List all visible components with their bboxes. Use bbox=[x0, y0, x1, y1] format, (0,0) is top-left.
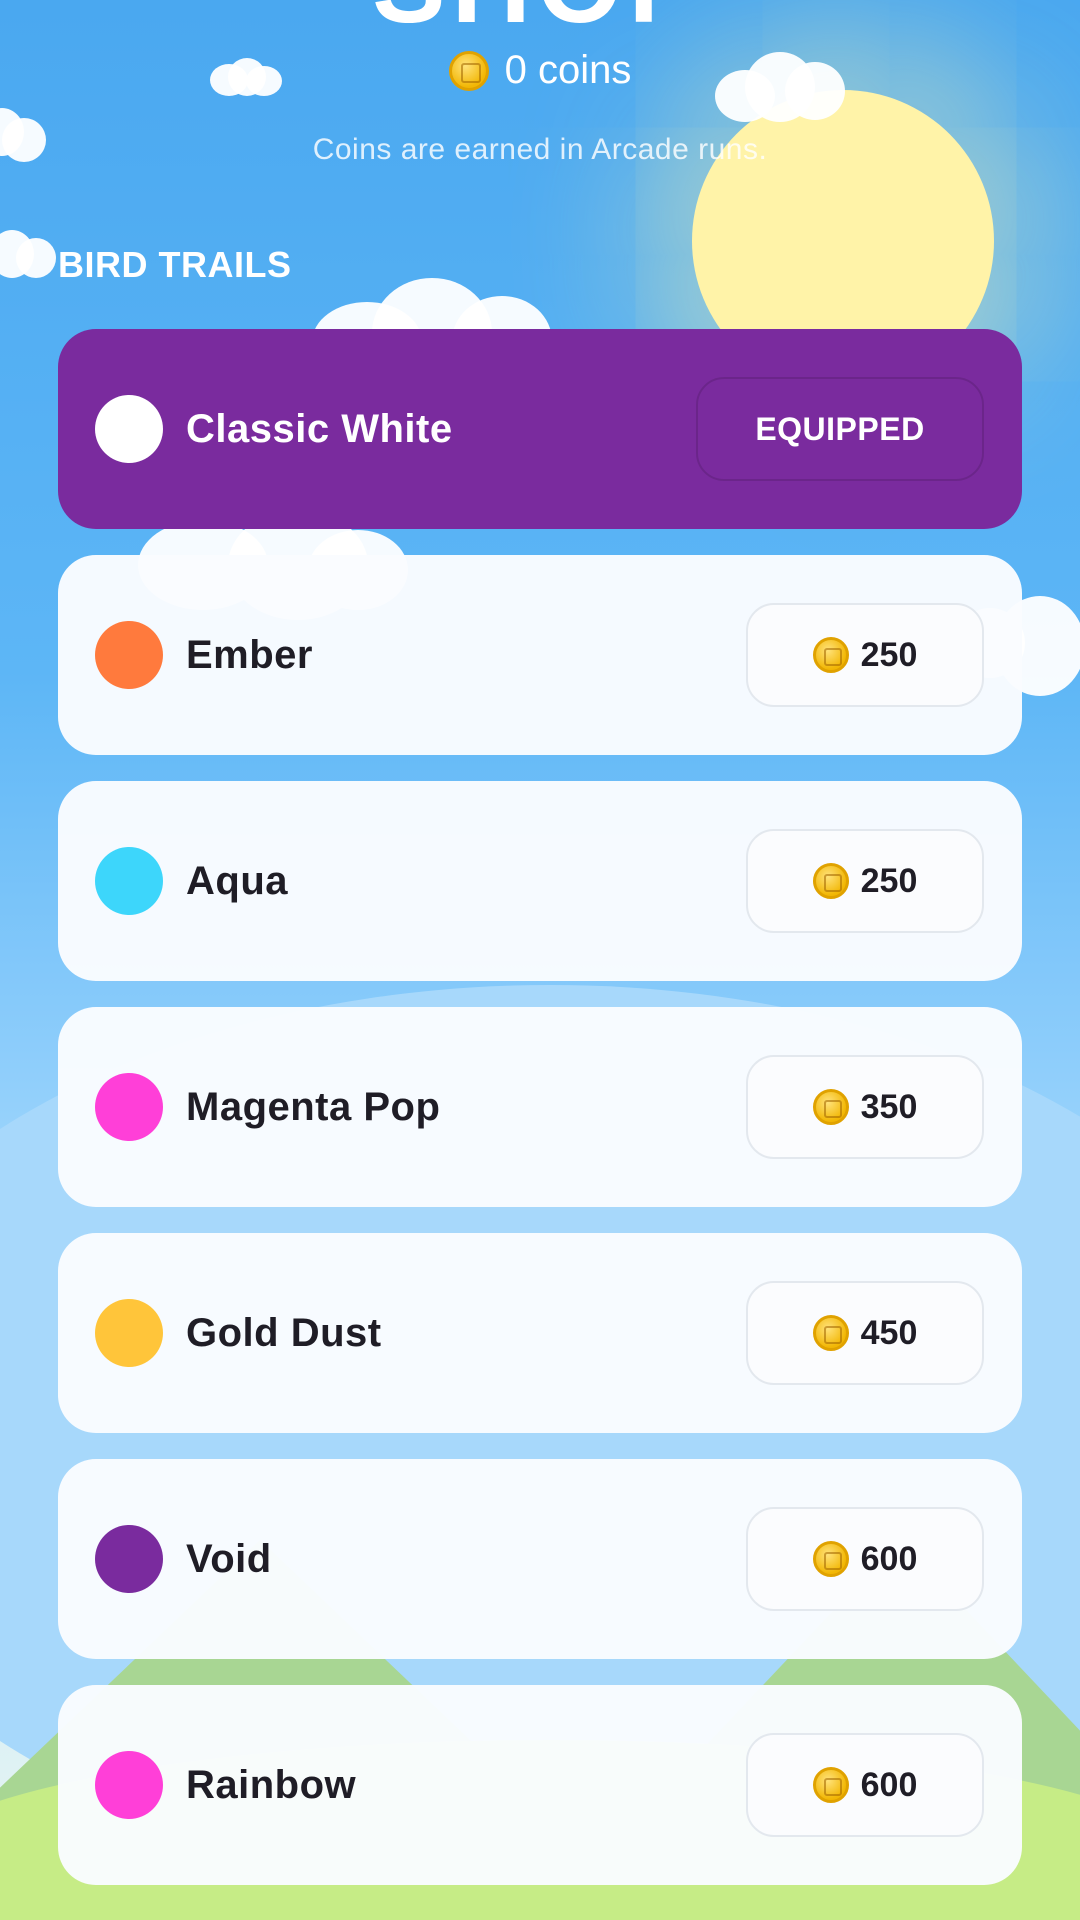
trail-color-swatch bbox=[95, 1299, 163, 1367]
trail-name: Magenta Pop bbox=[186, 1085, 441, 1129]
trail-color-swatch bbox=[95, 1751, 163, 1819]
coin-icon bbox=[812, 1767, 849, 1803]
trail-color-swatch bbox=[95, 1525, 163, 1593]
price-label: 250 bbox=[860, 635, 918, 674]
trail-name: Void bbox=[186, 1537, 272, 1581]
trail-name: Gold Dust bbox=[186, 1311, 382, 1355]
trail-color-swatch bbox=[95, 621, 163, 689]
price-label: 250 bbox=[860, 861, 918, 900]
trail-name: Rainbow bbox=[186, 1763, 357, 1807]
trail-name: Ember bbox=[186, 633, 313, 677]
price-label: 600 bbox=[860, 1539, 918, 1578]
trail-card-magenta-pop[interactable]: Magenta Pop 350 bbox=[58, 1007, 1022, 1207]
buy-button[interactable]: 250 bbox=[746, 603, 984, 707]
trail-card-rainbow[interactable]: Rainbow 600 bbox=[58, 1685, 1022, 1885]
page-title: SHOP bbox=[0, 0, 1080, 40]
price-label: 600 bbox=[860, 1765, 918, 1804]
trail-name: Aqua bbox=[186, 859, 288, 903]
coin-icon bbox=[812, 1315, 849, 1351]
price-label: 350 bbox=[860, 1087, 918, 1126]
section-title: BIRD TRAILS bbox=[58, 244, 292, 285]
coins-hint: Coins are earned in Arcade runs. bbox=[312, 133, 768, 166]
trail-card-classic-white[interactable]: Classic White EQUIPPED bbox=[58, 329, 1022, 529]
coin-icon bbox=[448, 50, 489, 91]
coin-icon bbox=[812, 863, 849, 899]
trail-name: Classic White bbox=[186, 407, 453, 451]
trail-color-swatch bbox=[95, 847, 163, 915]
trail-color-swatch bbox=[95, 1073, 163, 1141]
buy-button[interactable]: 250 bbox=[746, 829, 984, 933]
coin-balance: 0 coins bbox=[0, 48, 1080, 93]
trail-card-gold-dust[interactable]: Gold Dust 450 bbox=[58, 1233, 1022, 1433]
buy-button[interactable]: 450 bbox=[746, 1281, 984, 1385]
equipped-button[interactable]: EQUIPPED bbox=[696, 377, 984, 481]
trail-color-swatch bbox=[95, 395, 163, 463]
buy-button[interactable]: 350 bbox=[746, 1055, 984, 1159]
price-label: 450 bbox=[860, 1313, 918, 1352]
buy-button[interactable]: 600 bbox=[746, 1733, 984, 1837]
coin-balance-label: 0 coins bbox=[504, 48, 632, 92]
trail-card-ember[interactable]: Ember 250 bbox=[58, 555, 1022, 755]
coin-icon bbox=[812, 1541, 849, 1577]
trail-card-void[interactable]: Void 600 bbox=[58, 1459, 1022, 1659]
coin-icon bbox=[812, 637, 849, 673]
coin-icon bbox=[812, 1089, 849, 1125]
trail-card-aqua[interactable]: Aqua 250 bbox=[58, 781, 1022, 981]
buy-button[interactable]: 600 bbox=[746, 1507, 984, 1611]
